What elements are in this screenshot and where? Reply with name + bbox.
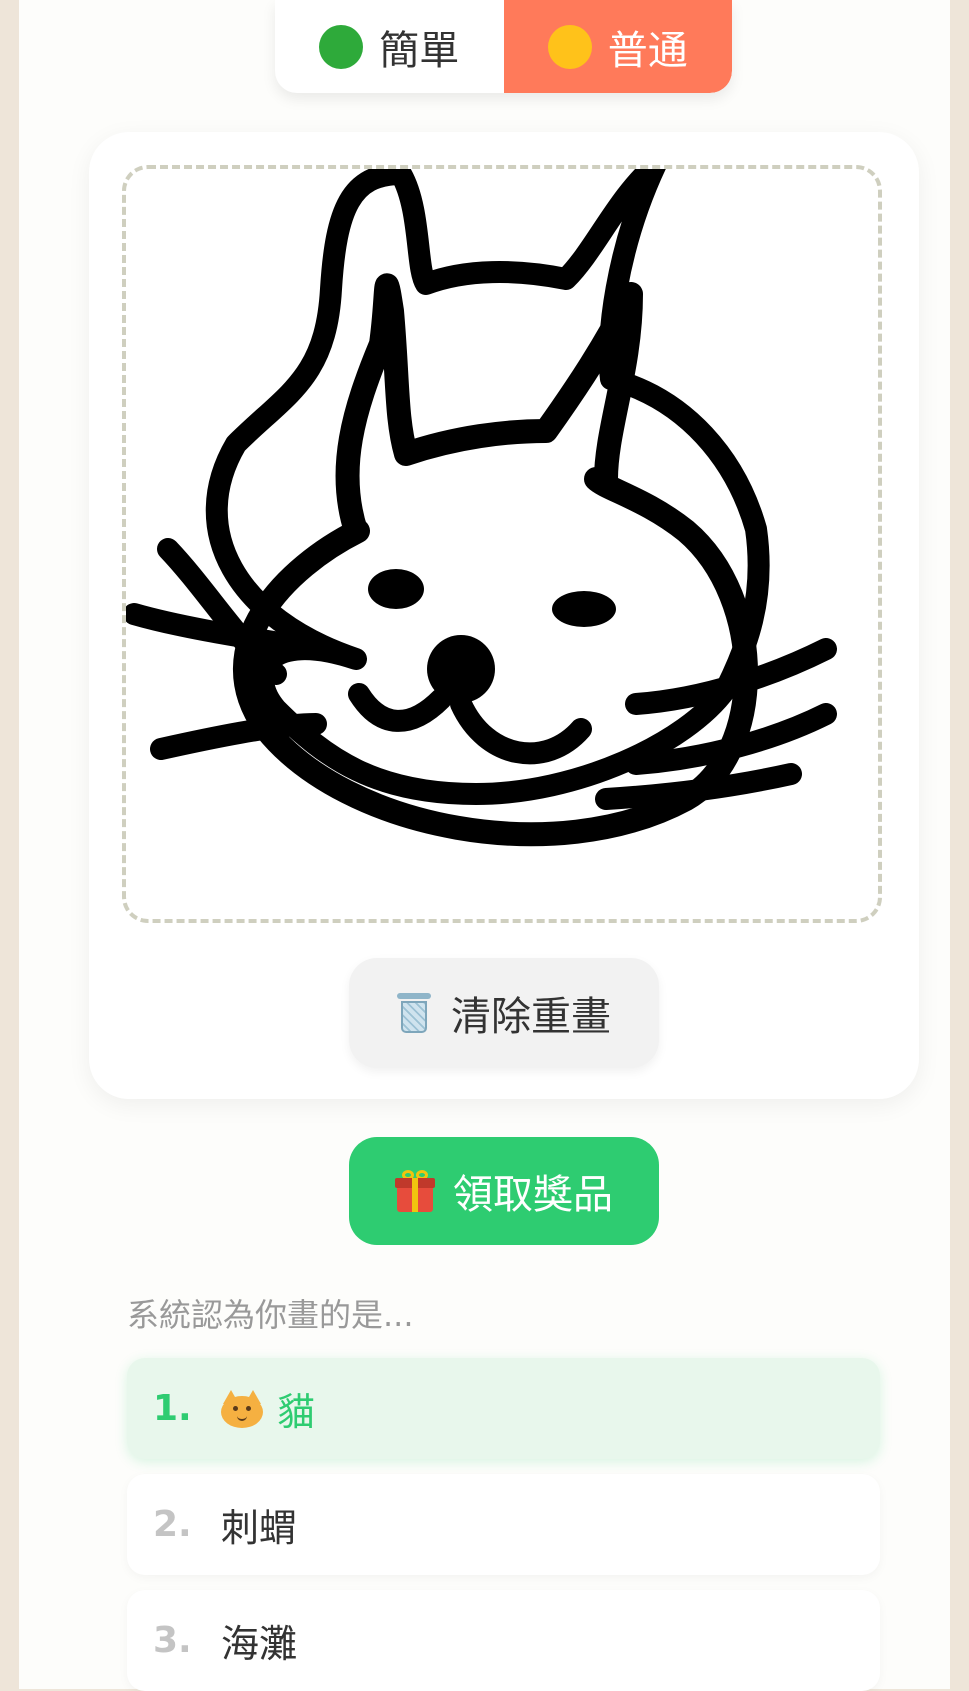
gift-icon (395, 1170, 435, 1212)
result-item-1[interactable]: 1. 貓 (127, 1358, 880, 1459)
level-easy-button[interactable]: 簡單 (275, 0, 504, 93)
green-circle-icon (319, 24, 364, 69)
claim-prize-button[interactable]: 領取獎品 (349, 1137, 659, 1245)
result-label: 刺蝟 (221, 1506, 298, 1550)
result-item-2[interactable]: 2. 刺蝟 (127, 1474, 880, 1575)
level-normal-label: 普通 (607, 27, 688, 74)
yellow-circle-icon (547, 24, 592, 69)
level-easy-label: 簡單 (379, 27, 460, 74)
result-item-3[interactable]: 3. 海灘 (127, 1590, 880, 1691)
result-rank: 3. (153, 1620, 192, 1661)
difficulty-toggle: 簡單 普通 (275, 0, 732, 93)
cat-face-icon (221, 1389, 263, 1428)
clear-redraw-label: 清除重畫 (451, 994, 611, 1040)
results-prompt: 系統認為你畫的是... (127, 1296, 414, 1334)
result-label: 貓 (277, 1390, 316, 1434)
result-rank: 1. (153, 1388, 192, 1429)
result-label: 海灘 (221, 1622, 298, 1666)
result-rank: 2. (153, 1504, 192, 1545)
cat-sketch-drawing (126, 169, 837, 847)
drawing-canvas[interactable] (122, 165, 882, 923)
drawing-card: 清除重畫 (89, 132, 919, 1099)
clear-redraw-button[interactable]: 清除重畫 (349, 958, 659, 1068)
claim-prize-label: 領取獎品 (453, 1172, 613, 1218)
trash-icon (397, 991, 431, 1035)
level-normal-button[interactable]: 普通 (503, 0, 732, 93)
app-panel: 簡單 普通 清除重畫 領取獎品 系統認為你畫的是... 1. 貓 2. 刺蝟 3… (19, 0, 950, 1691)
